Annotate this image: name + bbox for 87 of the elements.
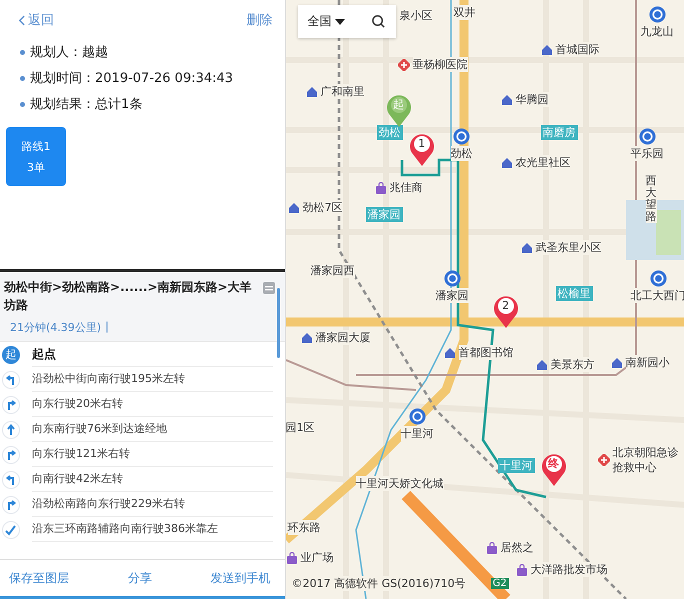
area-tag: 南磨房 (540, 125, 578, 140)
metro-station-icon (408, 408, 426, 425)
area-tag: 松榆里 (556, 286, 593, 301)
metro-station-icon (444, 270, 461, 287)
area-tag: 劲松 (376, 125, 403, 140)
caret-icon (334, 18, 345, 24)
step-text: 向东行驶20米右转 (32, 392, 273, 417)
back-chevron-icon (18, 14, 25, 26)
start-badge-icon: 起 (2, 346, 20, 364)
road-label: 西大望路 (646, 175, 657, 224)
scrollbar-thumb[interactable] (276, 288, 280, 358)
footer-link[interactable]: 分享 (128, 570, 152, 586)
place-label: 大洋路批发市场 (530, 562, 608, 577)
place-label: 泉小区 (400, 8, 433, 23)
bullet-icon (20, 50, 25, 54)
metro-station-icon (648, 6, 666, 23)
place-label: 华腾园 (516, 92, 549, 107)
place-label: 垂杨柳医院 (412, 57, 468, 72)
building-icon (610, 356, 623, 368)
medical-cross-icon (598, 454, 610, 466)
route-summary: 21分钟(4.39公里) (10, 320, 102, 335)
area-tag: 潘家园 (366, 207, 403, 222)
footer-link[interactable]: 发送到手机 (210, 570, 271, 586)
place-label: 北京朝阳急诊抢救中心 (612, 445, 681, 475)
footer-link[interactable]: 保存至图层 (9, 570, 69, 586)
step-text: 向南行驶42米左转 (32, 467, 273, 492)
shopping-bag-icon (286, 552, 298, 564)
building-icon (288, 202, 300, 214)
place-label: 农光里社区 (516, 155, 571, 170)
shopping-bag-icon (516, 564, 528, 576)
area-tag: 十里河 (498, 458, 535, 473)
highway-badge: G2 (490, 578, 509, 589)
bullet-icon (20, 76, 25, 80)
metro-station-icon (638, 128, 656, 145)
place-label: 十里河天娇文化城 (356, 476, 444, 491)
station-label: 平乐园 (630, 146, 664, 161)
copyright-text: ©2017 高德软件 GS(2016)710号 (292, 576, 466, 591)
delete-link[interactable]: 删除 (246, 11, 273, 29)
place-label: 潘家园大厦 (316, 330, 371, 345)
place-label: 业广场 (300, 550, 334, 565)
station-label: 北工大西门 (630, 288, 684, 303)
place-label: 首城国际 (556, 42, 600, 57)
info-text: 规划结果：总计1条 (30, 96, 142, 113)
info-text: 规划人：越越 (30, 44, 108, 61)
step-text: 沿劲松中街向南行驶195米左转 (32, 367, 273, 392)
medical-cross-icon (398, 58, 410, 70)
info-text: 规划时间：2019-07-26 09:34:43 (30, 70, 234, 87)
search-icon[interactable] (370, 14, 386, 29)
back-link[interactable]: 返回 (18, 11, 54, 29)
step-text: 沿东三环南路辅路向南行驶386米靠左 (32, 517, 273, 542)
route-button[interactable]: 路线1 3单 (6, 127, 66, 186)
place-label: 兆佳商 (390, 180, 423, 195)
place-label: 武圣东里小区 (536, 240, 602, 255)
building-icon (536, 358, 548, 370)
waypoint-pin[interactable]: 1 (408, 132, 435, 166)
place-label: 南新园小 (626, 355, 670, 370)
waypoint-pin[interactable]: 2 (492, 294, 519, 328)
bullet-icon (20, 102, 25, 106)
step-text: 向东行驶121米右转 (32, 442, 273, 467)
step-text: 起点 (32, 342, 273, 367)
place-label: 潘家园西 (310, 263, 355, 278)
building-icon (500, 156, 513, 168)
metro-station-icon (453, 128, 470, 145)
place-label: 劲松7区 (302, 200, 343, 215)
place-label: 双井 (454, 5, 476, 20)
place-label: 广和南里 (320, 84, 365, 99)
station-label: 潘家园 (436, 288, 469, 303)
metro-station-icon (650, 270, 667, 287)
place-label: 环东路 (288, 520, 321, 535)
building-icon (500, 94, 513, 106)
building-icon (306, 86, 318, 98)
route-title: 劲松中街>劲松南路>......>南新园东路>大羊坊路 (4, 279, 253, 314)
place-label: 园1区 (286, 420, 315, 435)
building-icon (444, 346, 456, 358)
end-pin[interactable]: 终 (540, 452, 567, 486)
building-icon (520, 242, 533, 254)
shopping-bag-icon (374, 182, 387, 194)
region-dropdown[interactable]: 全国 (308, 13, 345, 30)
building-icon (540, 44, 553, 56)
shopping-bag-icon (486, 542, 498, 554)
separator-text: | (105, 320, 109, 335)
station-label: 九龙山 (640, 24, 674, 39)
place-label: 居然之 (500, 540, 534, 555)
place-label: 美景东方 (550, 357, 595, 372)
step-text: 向东南行驶76米到达途经地 (32, 417, 273, 442)
step-text: 沿劲松南路向东行驶229米右转 (32, 492, 273, 517)
building-icon (300, 332, 313, 344)
